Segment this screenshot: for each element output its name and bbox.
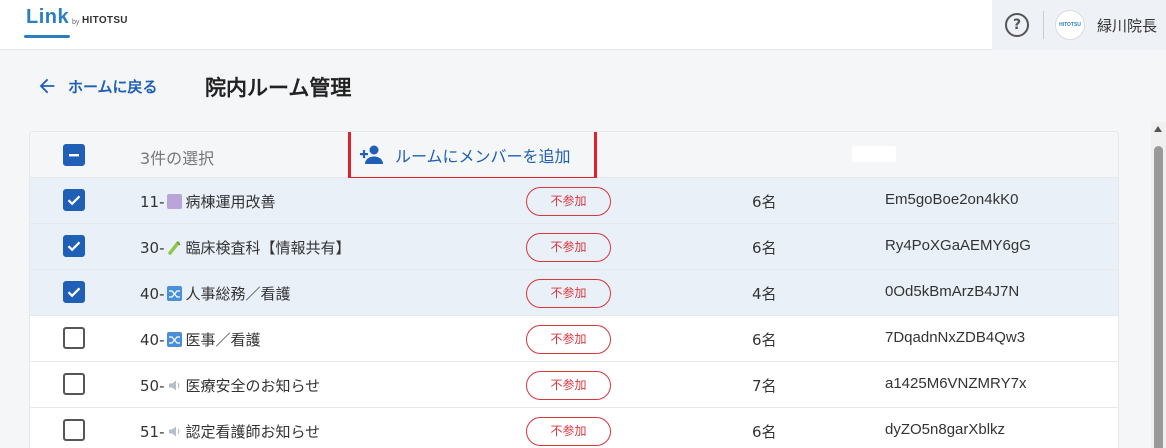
status-badge: 不参加 (526, 325, 611, 354)
link-logo[interactable]: Link by HITOTSU (24, 6, 128, 40)
user-area: ? HITOTSU 緑川院長 (992, 0, 1166, 50)
shuffle-icon (166, 286, 182, 301)
avatar[interactable]: HITOTSU (1055, 10, 1085, 40)
room-row[interactable]: 50- 医療安全のお知らせ 不参加 7名 a1425M6VNZMRY7x (30, 362, 1118, 408)
room-row[interactable]: 51- 認定看護師お知らせ 不参加 6名 dyZO5n8garXblkz (30, 408, 1118, 448)
back-to-home-link[interactable]: ホームに戻る (36, 75, 158, 97)
room-id: Em5goBoe2on4kK0 (885, 191, 1019, 208)
shuffle-icon (166, 332, 182, 347)
check-icon (67, 195, 81, 206)
status-badge: 不参加 (526, 233, 611, 262)
room-name: 51- 認定看護師お知らせ (140, 421, 320, 442)
room-prefix: 11- (140, 192, 165, 211)
row-checkbox[interactable] (63, 419, 85, 441)
room-row[interactable]: 40- 人事総務／看護 不参加 4名 0Od5kBmArzB4J7N (30, 270, 1118, 316)
room-id: a1425M6VNZMRY7x (885, 375, 1027, 392)
row-checkbox[interactable] (63, 189, 85, 211)
room-row[interactable]: 30- 臨床検査科【情報共有】 不参加 6名 Ry4PoXGaAEMY6gG (30, 224, 1118, 270)
minus-icon (69, 154, 79, 157)
room-prefix: 30- (140, 238, 165, 257)
room-row[interactable]: 11- 病棟運用改善 不参加 6名 Em5goBoe2on4kK0 (30, 178, 1118, 224)
help-icon[interactable]: ? (1005, 13, 1029, 37)
app-header: Link by HITOTSU ? HITOTSU 緑川院長 (0, 0, 1166, 50)
header-divider (1043, 11, 1044, 39)
status-badge: 不参加 (526, 371, 611, 400)
row-checkbox[interactable] (63, 373, 85, 395)
status-badge: 不参加 (526, 279, 611, 308)
status-badge: 不参加 (526, 187, 611, 216)
room-title: 臨床検査科【情報共有】 (185, 239, 351, 257)
row-checkbox[interactable] (63, 327, 85, 349)
room-title: 医療安全のお知らせ (185, 377, 321, 395)
logo-text: Link (26, 6, 70, 28)
room-title: 人事総務／看護 (185, 285, 291, 303)
member-count: 7名 (752, 377, 777, 395)
room-prefix: 40- (140, 284, 165, 303)
room-id: dyZO5n8garXblkz (885, 421, 1006, 438)
room-title: 認定看護師お知らせ (185, 423, 321, 441)
person-add-icon (360, 145, 383, 164)
member-count: 6名 (752, 193, 777, 211)
member-count: 4名 (752, 285, 777, 303)
redacted-area (852, 146, 896, 162)
selection-toolbar: 3件の選択 ルームにメンバーを追加 (30, 132, 1118, 180)
room-name: 11- 病棟運用改善 (140, 191, 276, 212)
arrow-left-icon (39, 78, 55, 94)
room-id: 0Od5kBmArzB4J7N (885, 283, 1020, 300)
room-prefix: 51- (140, 422, 165, 441)
room-name: 40- 人事総務／看護 (140, 283, 291, 304)
logo-by-text: by (72, 19, 80, 26)
member-count: 6名 (752, 239, 777, 257)
username[interactable]: 緑川院長 (1097, 15, 1157, 36)
room-name: 40- 医事／看護 (140, 329, 261, 350)
row-checkbox[interactable] (63, 281, 85, 303)
room-id: Ry4PoXGaAEMY6gG (885, 237, 1031, 254)
room-title: 病棟運用改善 (185, 193, 276, 211)
room-id: 7DqadnNxZDB4Qw3 (885, 329, 1026, 346)
row-checkbox[interactable] (63, 235, 85, 257)
room-prefix: 40- (140, 330, 165, 349)
select-all-checkbox[interactable] (63, 144, 85, 166)
room-row[interactable]: 40- 医事／看護 不参加 6名 7DqadnNxZDB4Qw3 (30, 316, 1118, 362)
add-member-to-room-button[interactable]: ルームにメンバーを追加 (348, 132, 597, 180)
vertical-scrollbar[interactable] (1151, 122, 1166, 448)
logo-brand-text: HITOTSU (82, 15, 128, 26)
room-name: 30- 臨床検査科【情報共有】 (140, 237, 351, 258)
scroll-up-icon[interactable] (1154, 126, 1162, 132)
room-title: 医事／看護 (185, 331, 261, 349)
speaker-icon (168, 380, 179, 391)
room-list-panel: 3件の選択 ルームにメンバーを追加 11- 病棟運用改善 不参加 6名 Em5goBoe… (29, 131, 1119, 448)
speaker-icon (168, 426, 179, 437)
back-label: ホームに戻る (68, 77, 158, 96)
add-member-label: ルームにメンバーを追加 (395, 146, 571, 166)
check-icon (67, 241, 81, 252)
logo-underline (24, 35, 70, 38)
selected-count: 3件の選択 (140, 149, 215, 168)
check-icon (67, 287, 81, 298)
room-prefix: 50- (140, 376, 165, 395)
member-count: 6名 (752, 331, 777, 349)
status-badge: 不参加 (526, 417, 611, 446)
test-tube-icon (167, 241, 181, 255)
room-name: 50- 医療安全のお知らせ (140, 375, 320, 396)
scroll-thumb[interactable] (1154, 146, 1163, 448)
page-title: 院内ルーム管理 (205, 76, 352, 100)
purple-book-icon (166, 194, 182, 209)
member-count: 6名 (752, 423, 777, 441)
